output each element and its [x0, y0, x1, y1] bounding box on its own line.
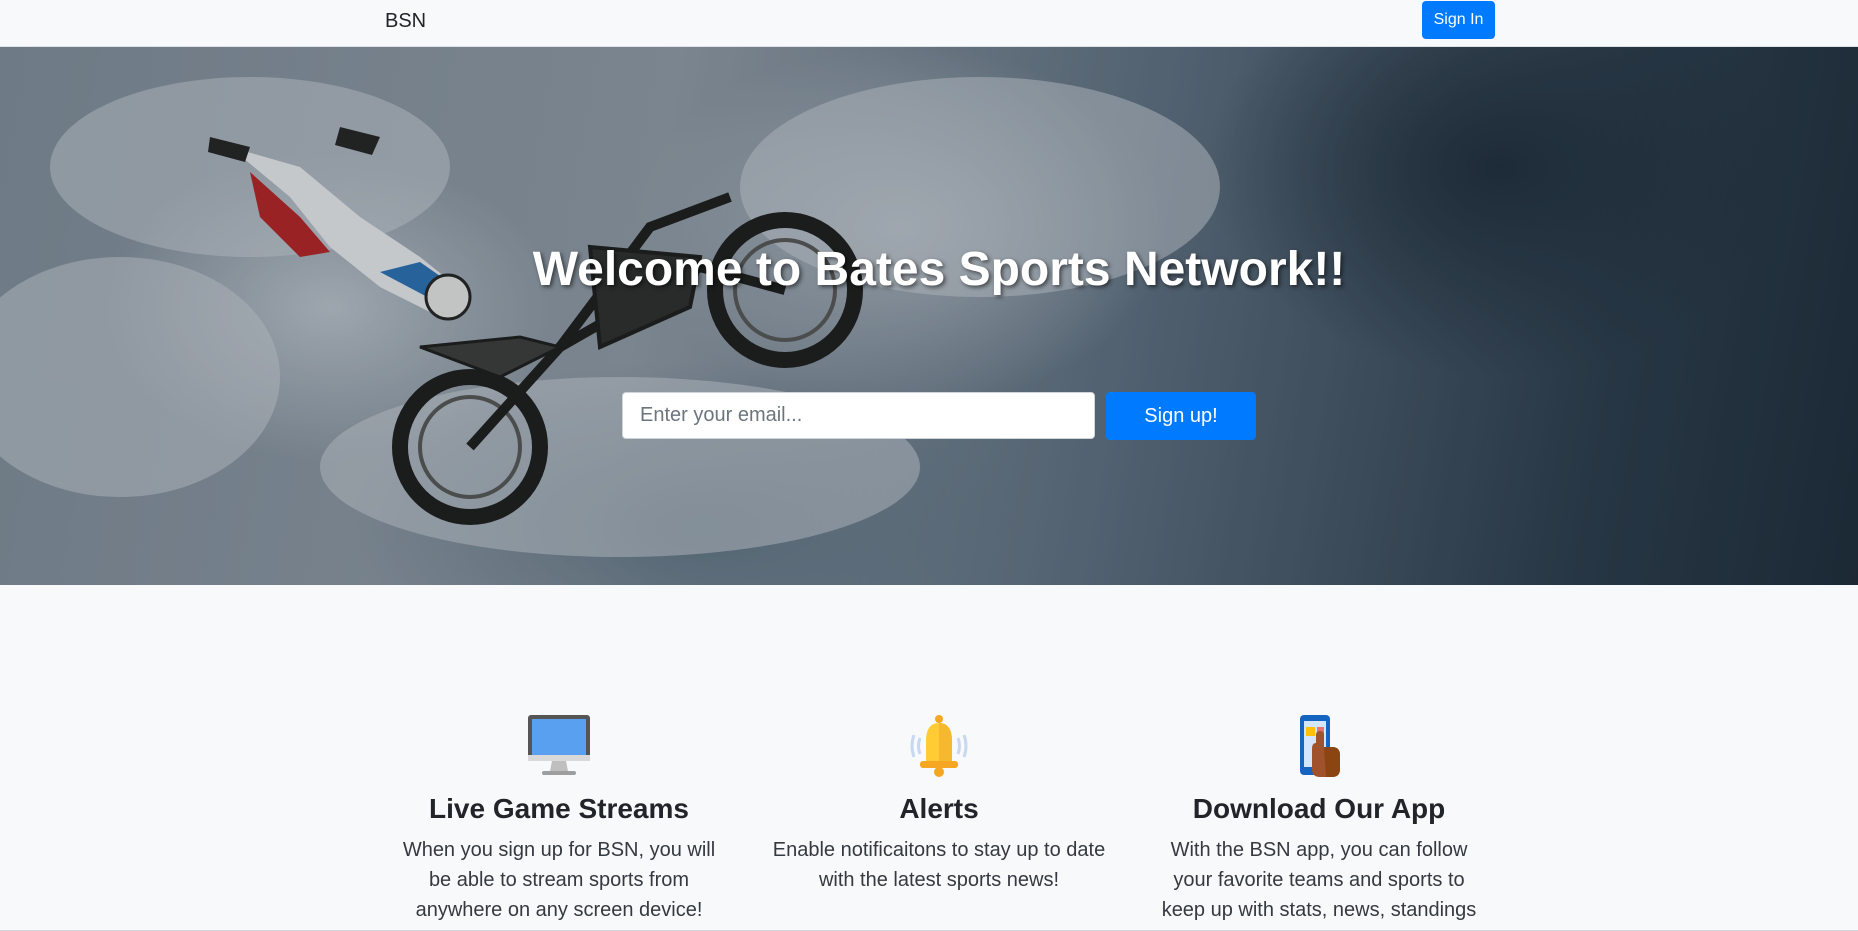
feature-title: Alerts — [899, 793, 979, 824]
feature-download-app: Download Our App With the BSN app, you c… — [1129, 713, 1509, 925]
feature-description: With the BSN app, you can follow your fa… — [1161, 839, 1477, 921]
hero-section: Welcome to Bates Sports Network!! Sign u… — [0, 47, 1858, 585]
feature-title: Download Our App — [1192, 793, 1446, 824]
hero-overlay — [0, 47, 1858, 585]
bell-icon — [910, 715, 968, 777]
email-input[interactable] — [622, 392, 1095, 439]
feature-description: When you sign up for BSN, you will be ab… — [402, 839, 716, 921]
brand-logo-link[interactable]: BSN — [385, 10, 426, 33]
sign-in-button[interactable]: Sign In — [1422, 1, 1495, 39]
sign-up-button[interactable]: Sign up! — [1106, 392, 1256, 440]
feature-description: Enable notificaitons to stay up to date … — [772, 839, 1106, 891]
hero-title: Welcome to Bates Sports Network!! — [532, 243, 1346, 296]
feature-alerts: Alerts Enable notificaitons to stay up t… — [749, 713, 1129, 895]
feature-live-streams: Live Game Streams When you sign up for B… — [369, 713, 749, 925]
feature-title: Live Game Streams — [429, 793, 689, 824]
navbar: BSN Sign In — [0, 0, 1858, 47]
desktop-monitor-icon — [528, 715, 590, 775]
phone-app-icon — [1300, 715, 1340, 777]
